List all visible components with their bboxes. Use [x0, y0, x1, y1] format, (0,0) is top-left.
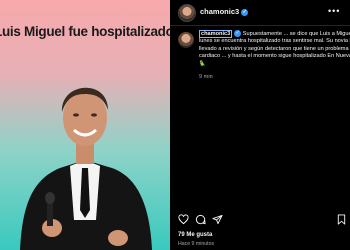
- avatar[interactable]: [178, 4, 196, 22]
- more-options-icon[interactable]: •••: [328, 6, 340, 16]
- caption-avatar[interactable]: [178, 32, 194, 48]
- comment-icon[interactable]: [195, 214, 206, 225]
- verified-badge-icon: ✓: [241, 8, 249, 16]
- post-panel: chamonic3 ✓ ••• chamonic3 ✓ Supuestamente …: [170, 0, 350, 250]
- divider: [170, 25, 350, 26]
- post-photo: [20, 87, 152, 250]
- post-media[interactable]: Luis Miguel fue hospitalizado: [0, 0, 170, 250]
- post-timestamp: Hace 9 minutos: [178, 241, 215, 247]
- post-caption: chamonic3 ✓ Supuestamente ... se dice que…: [199, 29, 350, 68]
- caption-username[interactable]: chamonic3: [199, 29, 233, 38]
- username-link[interactable]: chamonic3: [200, 7, 239, 16]
- likes-count[interactable]: 79 Me gusta: [178, 232, 212, 238]
- heart-icon[interactable]: [178, 214, 189, 225]
- bookmark-icon[interactable]: [336, 214, 347, 225]
- caption-timestamp: 9 min: [199, 74, 213, 80]
- post-author[interactable]: chamonic3 ✓: [200, 7, 249, 16]
- post-image-title: Luis Miguel fue hospitalizado: [0, 24, 170, 39]
- action-bar: [178, 214, 348, 226]
- share-icon[interactable]: [212, 214, 223, 225]
